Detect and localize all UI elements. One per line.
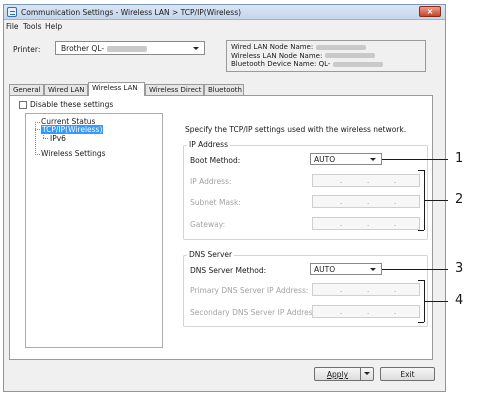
callout-3: 3: [455, 261, 464, 276]
tab-wired-lan[interactable]: Wired LAN: [44, 84, 88, 95]
settings-tree: Current Status TCP/IP(Wireless) IPv6 Wir…: [25, 113, 163, 348]
menu-tools[interactable]: Tools: [23, 22, 41, 31]
callout-2: 2: [455, 192, 464, 207]
disable-settings-checkbox[interactable]: Disable these settings: [19, 100, 113, 109]
secondary-dns-field[interactable]: . . .: [312, 305, 420, 318]
redacted-value: [325, 53, 376, 58]
chevron-down-icon: [370, 268, 376, 271]
primary-dns-label: Primary DNS Server IP Address:: [190, 286, 309, 295]
gateway-label: Gateway:: [190, 220, 226, 229]
status-bar: [4, 383, 445, 391]
redacted-serial: [107, 46, 148, 52]
boot-method-label: Boot Method:: [190, 156, 241, 165]
exit-button[interactable]: Exit: [380, 367, 435, 381]
apply-button-label: Apply: [326, 370, 349, 379]
boot-method-select[interactable]: AUTO: [310, 153, 382, 165]
bluetooth-device-name-label: Bluetooth Device Name: QL-: [231, 60, 331, 68]
printer-label: Printer:: [13, 45, 41, 54]
chevron-down-icon: [370, 158, 376, 161]
tab-general[interactable]: General: [9, 84, 44, 95]
close-button[interactable]: ×: [419, 6, 441, 17]
subnet-mask-label: Subnet Mask:: [190, 198, 241, 207]
redacted-value: [333, 61, 384, 67]
callout-1-line: [382, 159, 448, 160]
callout-4: 4: [455, 293, 464, 308]
settings-description: Specify the TCP/IP settings used with th…: [185, 125, 407, 134]
callout-2-line: [424, 200, 448, 201]
dns-server-group-title: DNS Server: [187, 250, 235, 259]
ip-address-label: IP Address:: [190, 177, 232, 186]
tree-item-tcpip-wireless[interactable]: TCP/IP(Wireless): [41, 125, 104, 134]
ip-address-group-title: IP Address: [187, 140, 230, 149]
gateway-field[interactable]: . . .: [312, 217, 420, 230]
tree-item-ipv6[interactable]: IPv6: [50, 134, 66, 143]
callout-4-line: [424, 301, 448, 302]
checkbox-box[interactable]: [19, 101, 27, 109]
window-title: Communication Settings - Wireless LAN > …: [21, 8, 242, 17]
tree-item-wireless-settings[interactable]: Wireless Settings: [41, 149, 106, 158]
dns-server-method-select[interactable]: AUTO: [310, 263, 382, 275]
menu-help[interactable]: Help: [45, 22, 62, 31]
printer-select[interactable]: Brother QL-: [55, 41, 205, 55]
subnet-mask-field[interactable]: . . .: [312, 195, 420, 208]
redacted-value: [316, 44, 367, 50]
tab-bluetooth[interactable]: Bluetooth: [204, 84, 244, 95]
disable-settings-label: Disable these settings: [30, 100, 114, 109]
dns-server-method-label: DNS Server Method:: [190, 266, 267, 275]
callout-3-line: [382, 269, 448, 270]
boot-method-value: AUTO: [314, 155, 336, 164]
tab-wireless-direct[interactable]: Wireless Direct: [145, 84, 204, 95]
menu-file[interactable]: File: [6, 22, 19, 31]
wired-node-name-label: Wired LAN Node Name:: [231, 43, 314, 51]
callout-2-bracket-bottom: [418, 230, 424, 231]
dns-server-method-value: AUTO: [314, 265, 336, 274]
tab-wireless-lan[interactable]: Wireless LAN: [88, 82, 145, 96]
callout-1: 1: [455, 151, 464, 166]
ip-address-field[interactable]: . . .: [312, 174, 420, 187]
callout-4-bracket-bottom: [418, 322, 424, 323]
menu-bar: File Tools Help: [4, 20, 445, 32]
app-icon: [7, 7, 17, 17]
apply-dropdown-arrow-icon[interactable]: [360, 368, 373, 380]
node-info-box: Wired LAN Node Name: Wireless LAN Node N…: [226, 40, 426, 72]
printer-select-value: Brother QL-: [61, 44, 105, 53]
secondary-dns-label: Secondary DNS Server IP Address:: [190, 308, 320, 317]
primary-dns-field[interactable]: . . .: [312, 283, 420, 296]
apply-button[interactable]: Apply: [314, 367, 374, 381]
chevron-down-icon: [193, 47, 199, 50]
title-bar[interactable]: Communication Settings - Wireless LAN > …: [4, 5, 445, 20]
wireless-node-name-label: Wireless LAN Node Name:: [231, 51, 323, 60]
